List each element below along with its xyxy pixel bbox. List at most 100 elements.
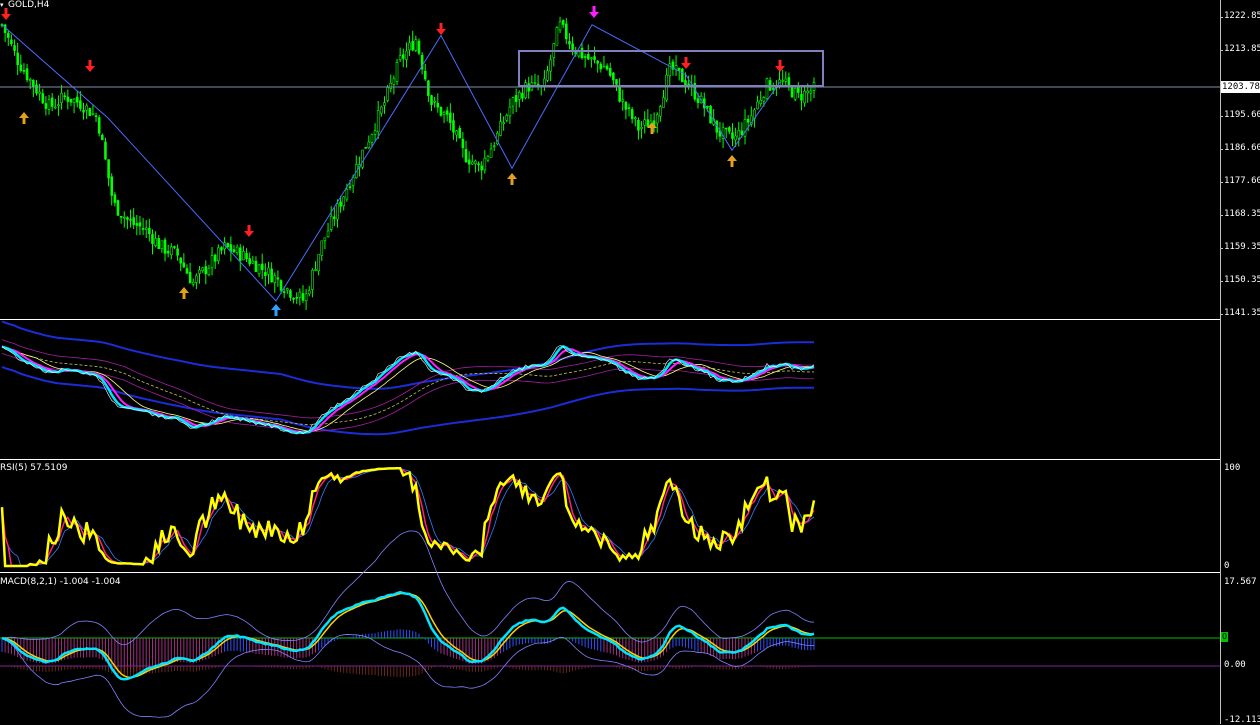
price-axis[interactable] [1220, 0, 1221, 724]
candle-body [226, 243, 230, 248]
candle-body [571, 43, 574, 50]
candle-body [323, 237, 327, 241]
candle-body [514, 95, 518, 102]
candle-body [599, 63, 603, 70]
candle-body [307, 290, 311, 295]
up-arrow-icon [507, 173, 517, 185]
rsi-pane[interactable]: RSI(5) 57.5109 [0, 461, 1260, 572]
candle-body [141, 228, 145, 230]
candle-body [88, 108, 92, 117]
candle-body [292, 298, 295, 300]
price-axis-tick [1220, 17, 1223, 18]
main-price-pane[interactable]: GOLD,H4 ▾ [0, 0, 1260, 319]
candle-body [784, 78, 788, 82]
candle-body [204, 266, 208, 275]
bands-indicator [1, 320, 815, 436]
candle-body [41, 93, 45, 104]
pane-separator-3[interactable] [0, 572, 1220, 573]
candle-body [85, 105, 88, 111]
candle-body [116, 200, 120, 216]
candle-body [320, 240, 324, 256]
candle-body [740, 130, 744, 135]
candle-body [69, 98, 73, 103]
candle-body [213, 254, 217, 262]
candle-body [662, 97, 665, 108]
macd-pane[interactable]: MACD(8,2,1) -1.004 -1.004 [0, 530, 1260, 724]
candle-body [809, 90, 813, 94]
candle-body [94, 115, 98, 118]
candle-body [561, 20, 565, 25]
macd-indicator [0, 530, 1220, 718]
price-chart [0, 6, 1220, 316]
price-axis-label: 1150.35 [1224, 275, 1260, 285]
candle-body [32, 79, 35, 88]
candle-body [470, 161, 474, 165]
candle-body [731, 132, 734, 139]
candle-body [480, 165, 483, 171]
candle-body [188, 271, 192, 284]
candle-body [430, 95, 433, 105]
candle-body [383, 102, 386, 106]
zigzag-line [1, 24, 781, 302]
candle-body [618, 85, 621, 102]
candle-body [624, 101, 628, 110]
candle-body [16, 52, 19, 66]
candle-body [126, 217, 129, 220]
candle-body [273, 275, 277, 283]
price-axis-label: 1186.60 [1224, 143, 1260, 153]
candle-body [583, 56, 587, 58]
candle-body [195, 275, 198, 283]
candle-body [166, 250, 170, 254]
price-axis-label: 1222.85 [1224, 11, 1260, 21]
candle-body [436, 102, 440, 108]
candle-body [135, 223, 139, 226]
candle-body [499, 121, 502, 136]
candle-body [489, 148, 493, 158]
candle-body [806, 90, 810, 94]
candle-body [759, 99, 763, 104]
candle-body [182, 262, 186, 268]
candle-body [643, 119, 647, 126]
candle-body [677, 67, 681, 71]
candle-body [314, 269, 317, 271]
candle-body [546, 70, 549, 81]
candle-body [251, 260, 255, 264]
candle-body [803, 90, 806, 104]
window-menu-icon[interactable]: ▾ [0, 1, 4, 9]
candle-body [47, 99, 51, 110]
candle-body [633, 117, 637, 119]
macd-axis-top: 17.567 [1224, 577, 1257, 587]
candle-body [348, 186, 352, 189]
candle-body [787, 77, 791, 86]
candle-body [22, 70, 26, 72]
candle-body [35, 84, 38, 94]
candle-body [82, 110, 85, 113]
candle-body [19, 64, 23, 71]
candle-body [797, 87, 800, 93]
candle-body [492, 145, 496, 148]
candle-body [505, 115, 509, 121]
down-arrow-icon [775, 60, 785, 72]
candle-body [132, 217, 135, 225]
candle-body [176, 248, 179, 256]
pane-separator-2[interactable] [0, 459, 1220, 460]
price-axis-tick [1220, 50, 1223, 51]
candle-body [615, 79, 618, 85]
candle-body [173, 246, 176, 248]
down-arrow-icon [85, 60, 95, 72]
candle-body [38, 91, 41, 94]
candle-body [373, 130, 377, 135]
candle-body [696, 98, 700, 103]
pane-separator-1[interactable] [0, 319, 1220, 320]
candle-body [210, 255, 214, 268]
candle-body [621, 99, 625, 102]
candle-body [728, 127, 731, 132]
candle-body [220, 247, 223, 251]
bands-pane[interactable] [0, 320, 1260, 459]
candle-body [605, 65, 609, 70]
candle-body [627, 107, 631, 109]
candle-body [217, 247, 220, 261]
candle-body [474, 160, 477, 165]
candle-body [367, 141, 371, 149]
price-axis-label: 1213.85 [1224, 44, 1260, 54]
